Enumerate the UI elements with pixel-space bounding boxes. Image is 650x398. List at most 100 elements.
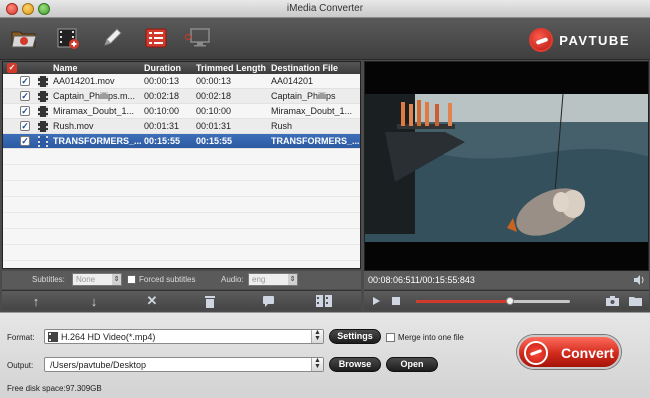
film-icon [38,121,48,132]
play-button[interactable] [368,293,384,309]
brand-name: PAVTUBE [559,32,630,48]
format-select[interactable]: H.264 HD Video(*.mp4) ▲ ▼ [44,329,324,344]
subtitle-bar: Subtitles: None ⇕ Forced subtitles Audio… [2,271,361,289]
row-checkbox[interactable]: ✓ [20,106,30,116]
file-destination: Miramax_Doubt_1... [271,106,353,116]
clear-list-button[interactable] [202,293,218,309]
video-preview [364,61,649,271]
load-files-button[interactable] [10,24,38,52]
browse-button[interactable]: Browse [329,357,381,372]
subtitles-label: Subtitles: [32,275,65,284]
properties-button[interactable] [260,293,276,309]
chevron-updown-icon: ⇕ [288,274,297,285]
trash-icon [205,295,215,308]
output-path-input[interactable]: /Users/pavtube/Desktop ▲ ▼ [44,357,324,372]
snapshot-button[interactable] [604,293,620,309]
format-label: Format: [7,333,35,342]
table-row[interactable]: ✓ Rush.mov 00:01:31 00:01:31 Rush [3,119,360,134]
seek-handle[interactable] [505,297,514,305]
remove-icon: ✕ [146,293,158,308]
app-window: iMedia Converter PAVTUBE ✓ Name Duration… [0,0,650,398]
open-button[interactable]: Open [386,357,438,372]
settings-button[interactable]: Settings [329,329,381,344]
file-list-empty-area[interactable] [3,149,360,268]
task-list-button[interactable] [142,24,170,52]
file-list: ✓ Name Duration Trimmed Length Destinati… [2,61,361,269]
column-header-destination-file[interactable]: Destination File [271,63,338,73]
select-all-checkbox[interactable]: ✓ [7,62,17,73]
add-video-button[interactable] [54,24,82,52]
table-row[interactable]: ✓ Captain_Phillips.m... 00:02:18 00:02:1… [3,89,360,104]
format-value: H.264 HD Video(*.mp4) [61,332,156,342]
move-down-button[interactable]: ↓ [86,293,102,309]
move-up-button[interactable]: ↑ [28,293,44,309]
file-duration: 00:10:00 [144,106,180,116]
stop-icon [392,297,400,305]
table-row[interactable]: ✓ Miramax_Doubt_1... 00:10:00 00:10:00 M… [3,104,360,119]
folder-open-icon [11,31,37,48]
list-controls: ↑ ↓ ✕ [2,290,361,310]
monitor-icon [184,28,210,47]
toolbar: PAVTUBE [0,18,650,60]
edit-button[interactable] [98,24,126,52]
file-trimmed-length: 00:15:55 [196,136,233,146]
column-header-trimmed-length[interactable]: Trimmed Length [196,63,266,73]
file-list-rows: ✓ AA014201.mov 00:00:13 00:00:13 AA01420… [3,74,360,149]
merge-label: Merge into one file [398,333,464,342]
file-trimmed-length: 00:02:18 [196,91,232,101]
free-disk-space: Free disk space:97.309GB [7,384,102,393]
film-icon [38,136,48,147]
merge-button[interactable] [316,293,332,309]
stop-button[interactable] [388,293,404,309]
table-row-selected[interactable]: ✓ TRANSFORMERS_... 00:15:55 00:15:55 TRA… [3,134,360,149]
film-icon [38,76,48,87]
convert-button[interactable]: Convert [517,335,621,369]
table-row[interactable]: ✓ AA014201.mov 00:00:13 00:00:13 AA01420… [3,74,360,89]
play-icon [373,297,380,305]
forced-subtitles-label: Forced subtitles [139,275,196,284]
row-checkbox[interactable]: ✓ [20,91,30,101]
folder-icon [628,297,642,306]
volume-icon[interactable] [633,274,645,286]
row-checkbox[interactable]: ✓ [20,136,30,146]
column-header-name[interactable]: Name [53,63,78,73]
remove-button[interactable]: ✕ [144,293,160,309]
file-trimmed-length: 00:01:31 [196,121,232,131]
camera-icon [605,296,619,306]
file-name: Captain_Phillips.m... [53,91,136,101]
open-snapshot-folder-button[interactable] [627,293,643,309]
column-header-duration[interactable]: Duration [144,63,181,73]
row-checkbox[interactable]: ✓ [20,121,30,131]
forced-subtitles-checkbox[interactable] [127,275,136,284]
output-path-value: /Users/pavtube/Desktop [50,360,147,370]
audio-value: eng [252,275,266,284]
move-up-icon: ↑ [32,293,40,309]
chevron-updown-icon: ▲ ▼ [311,357,323,371]
subtitles-select[interactable]: None ⇕ [72,273,122,286]
chevron-updown-icon: ▲ ▼ [311,329,323,343]
merge-grid-icon [316,295,332,307]
file-duration: 00:15:55 [144,136,181,146]
seek-slider[interactable] [416,297,570,305]
file-duration: 00:00:13 [144,76,180,86]
file-destination: AA014201 [271,76,314,86]
row-checkbox[interactable]: ✓ [20,76,30,86]
merge-checkbox[interactable] [386,333,395,342]
film-icon [38,106,48,117]
audio-select[interactable]: eng ⇕ [248,273,298,286]
file-name: TRANSFORMERS_... [53,136,141,146]
file-trimmed-length: 00:00:13 [196,76,232,86]
file-destination: Captain_Phillips [271,91,336,101]
subtitles-value: None [76,275,96,284]
seek-progress [416,300,510,303]
title-bar: iMedia Converter [0,0,650,18]
task-list-icon [145,28,167,48]
file-duration: 00:01:31 [144,121,180,131]
brand-logo: PAVTUBE [529,27,630,53]
time-bar: 00:08:06:511/00:15:55:843 [364,271,649,289]
screen-capture-button[interactable] [184,24,212,52]
pavtube-logo-icon [529,28,554,52]
file-duration: 00:02:18 [144,91,180,101]
file-name: Miramax_Doubt_1... [53,106,135,116]
output-label: Output: [7,361,34,370]
